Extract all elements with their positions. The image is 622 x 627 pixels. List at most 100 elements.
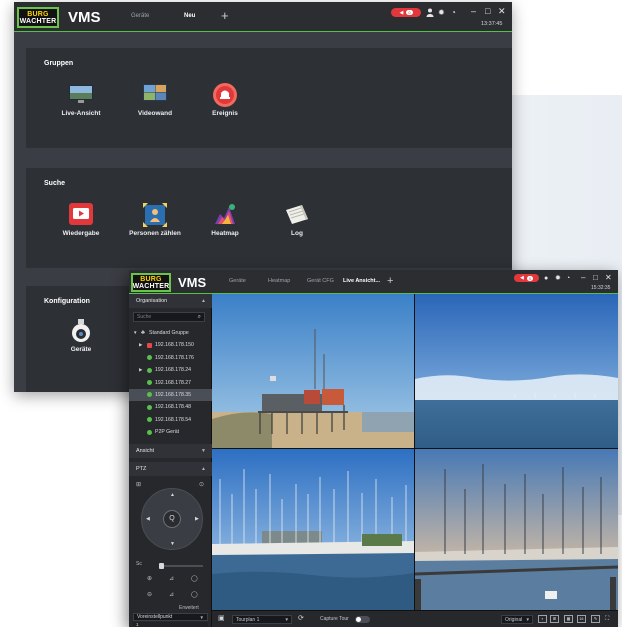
camera-online-icon (147, 404, 152, 410)
section-title: Konfiguration (44, 298, 90, 305)
user-icon[interactable] (426, 8, 434, 19)
tile-geraete[interactable]: Geräte (36, 318, 126, 353)
ptz-center-zoom[interactable]: Q (163, 510, 181, 528)
refresh-icon[interactable]: ⟳ (298, 614, 304, 623)
user-icon[interactable]: ● (544, 274, 548, 283)
ansicht-header[interactable]: Ansicht ▼ (129, 444, 212, 458)
section-title: Gruppen (44, 60, 74, 67)
layout-1x1-button[interactable]: ▪ (538, 615, 547, 623)
close-button[interactable]: ✕ (605, 273, 612, 282)
ptz-up-arrow[interactable]: ▲ (170, 492, 175, 498)
gear-icon[interactable]: ✹ (555, 274, 561, 283)
ptz-right-arrow[interactable]: ▶ (195, 516, 199, 522)
chevron-down-icon: ▼ (199, 615, 204, 620)
speed-slider[interactable] (159, 563, 203, 569)
logo-line2: WACHTER (132, 282, 170, 290)
maximize-button[interactable]: □ (485, 7, 490, 16)
zoom-in-icon[interactable]: ⊕ (147, 575, 152, 582)
maximize-button[interactable]: □ (593, 273, 598, 282)
tree-device-row[interactable]: 192.168.178.176 (129, 352, 212, 364)
ptz-left-arrow[interactable]: ◀ (146, 516, 150, 522)
iris-open-icon[interactable]: ◯ (191, 575, 198, 582)
vms-live-view-window: BURG WACHTER VMS Geräte Heatmap Gerät CF… (129, 270, 618, 627)
ptz-header[interactable]: PTZ ▲ (129, 462, 212, 476)
focus-far-icon[interactable]: ⊿ (169, 591, 174, 598)
tab-neu[interactable]: Neu (184, 13, 195, 19)
video-cell-1[interactable] (212, 294, 414, 448)
tree-device-row[interactable]: P2P Gerät (129, 426, 212, 438)
search-input[interactable]: Suche ⌕ (133, 312, 205, 322)
gear-icon[interactable]: ✹ (438, 8, 445, 17)
tree-device-row-selected[interactable]: 192.168.178.35 (129, 388, 212, 402)
ptz-label: PTZ (136, 466, 147, 472)
tab-heatmap[interactable]: Heatmap (268, 278, 290, 284)
video-cell-2[interactable] (415, 294, 618, 448)
videowall-icon (142, 82, 168, 104)
tile-label: Personen zählen (129, 230, 181, 237)
gauge-icon[interactable]: ◔ (451, 8, 456, 17)
zoom-out-icon[interactable]: ⊖ (147, 591, 152, 598)
logo-line2: WACHTER (19, 17, 57, 25)
minimize-button[interactable]: – (471, 7, 476, 16)
tab-live-ansicht[interactable]: Live Ansicht... (343, 278, 380, 284)
edit-layout-icon[interactable]: ✎ (591, 615, 600, 623)
tree-label: 192.168.178.54 (155, 416, 192, 423)
camera-online-icon (147, 417, 152, 423)
organisation-header[interactable]: Organisation ▲ (129, 294, 212, 308)
video-cell-3[interactable] (212, 449, 414, 610)
preset-type-select[interactable]: Voreinstellpunkt ▼ (133, 613, 208, 621)
tree-device-row[interactable]: ▶ 192.168.178.24 (129, 364, 212, 376)
save-layout-icon[interactable]: ▣ (218, 614, 225, 623)
gauge-icon[interactable]: ◔ (566, 274, 570, 283)
tree-device-row[interactable]: 192.168.178.48 (129, 401, 212, 413)
preset-number-select[interactable]: 1 (133, 622, 208, 627)
group-icon: ♣ (141, 330, 145, 336)
alarm-count: 0 (526, 275, 534, 281)
tree-label: 192.168.178.176 (155, 354, 194, 361)
ptz-joystick[interactable]: ▲ ▼ ◀ ▶ Q (141, 488, 203, 550)
tile-label: Geräte (70, 346, 92, 353)
logo-line1: BURG (140, 275, 162, 283)
video-cell-4[interactable] (415, 449, 618, 610)
capture-tour-toggle[interactable] (355, 616, 370, 623)
clock: 15:32:35 (591, 285, 611, 291)
focus-near-icon[interactable]: ⊿ (169, 575, 174, 582)
add-tab-button[interactable]: + (221, 9, 229, 22)
advanced-link[interactable]: Erweitert (179, 605, 199, 611)
tree-device-row[interactable]: 192.168.178.54 (129, 414, 212, 426)
ptz-lock-icon[interactable]: ⊙ (199, 481, 204, 488)
tab-geraete[interactable]: Geräte (229, 278, 246, 284)
layout-16-button[interactable]: 16 (577, 615, 586, 623)
camera-online-icon (147, 392, 152, 398)
add-tab-button[interactable]: + (387, 275, 393, 288)
tile-ereignis[interactable]: Ereignis (180, 82, 270, 117)
ptz-grid-icon[interactable]: ⊞ (136, 481, 141, 488)
tree-group-row[interactable]: ▼ ♣ Standard Gruppe (129, 327, 212, 339)
chevron-down-icon: ▼ (201, 448, 206, 454)
ptz-down-arrow[interactable]: ▼ (170, 541, 175, 547)
iris-close-icon[interactable]: ◯ (191, 591, 198, 598)
tour-select[interactable]: Tourplan 1 ▼ (232, 615, 292, 624)
search-placeholder: Suche (137, 314, 152, 320)
tree-device-row[interactable]: ▶ 192.168.178.150 (129, 339, 212, 351)
tab-geraete[interactable]: Geräte (131, 13, 149, 19)
layout-2x2-button[interactable]: ⊞ (550, 615, 559, 623)
alarm-badge[interactable]: ◀ 0 (391, 8, 421, 17)
camera-online-icon (147, 355, 152, 361)
tab-geraet-cfg[interactable]: Gerät CFG (307, 278, 334, 284)
close-button[interactable]: ✕ (498, 7, 506, 16)
tree-device-row[interactable]: 192.168.178.27 (129, 377, 212, 389)
preset-type-value: Voreinstellpunkt (137, 614, 173, 620)
tile-log[interactable]: Log (252, 202, 342, 237)
fullscreen-icon[interactable]: ⛶ (605, 615, 609, 624)
tree-label: 192.168.178.24 (155, 367, 192, 374)
tile-label: Videowand (137, 110, 173, 117)
stream-select[interactable]: Original ▼ (501, 615, 533, 624)
minimize-button[interactable]: – (581, 273, 585, 282)
tree-label: 192.168.178.150 (155, 342, 194, 349)
alarm-badge[interactable]: ◀ 0 (514, 274, 539, 282)
layout-3x3-button[interactable]: ▦ (564, 615, 573, 623)
chevron-down-icon: ▼ (525, 617, 530, 622)
slider-knob[interactable] (159, 563, 164, 569)
tile-label: Heatmap (211, 230, 239, 237)
